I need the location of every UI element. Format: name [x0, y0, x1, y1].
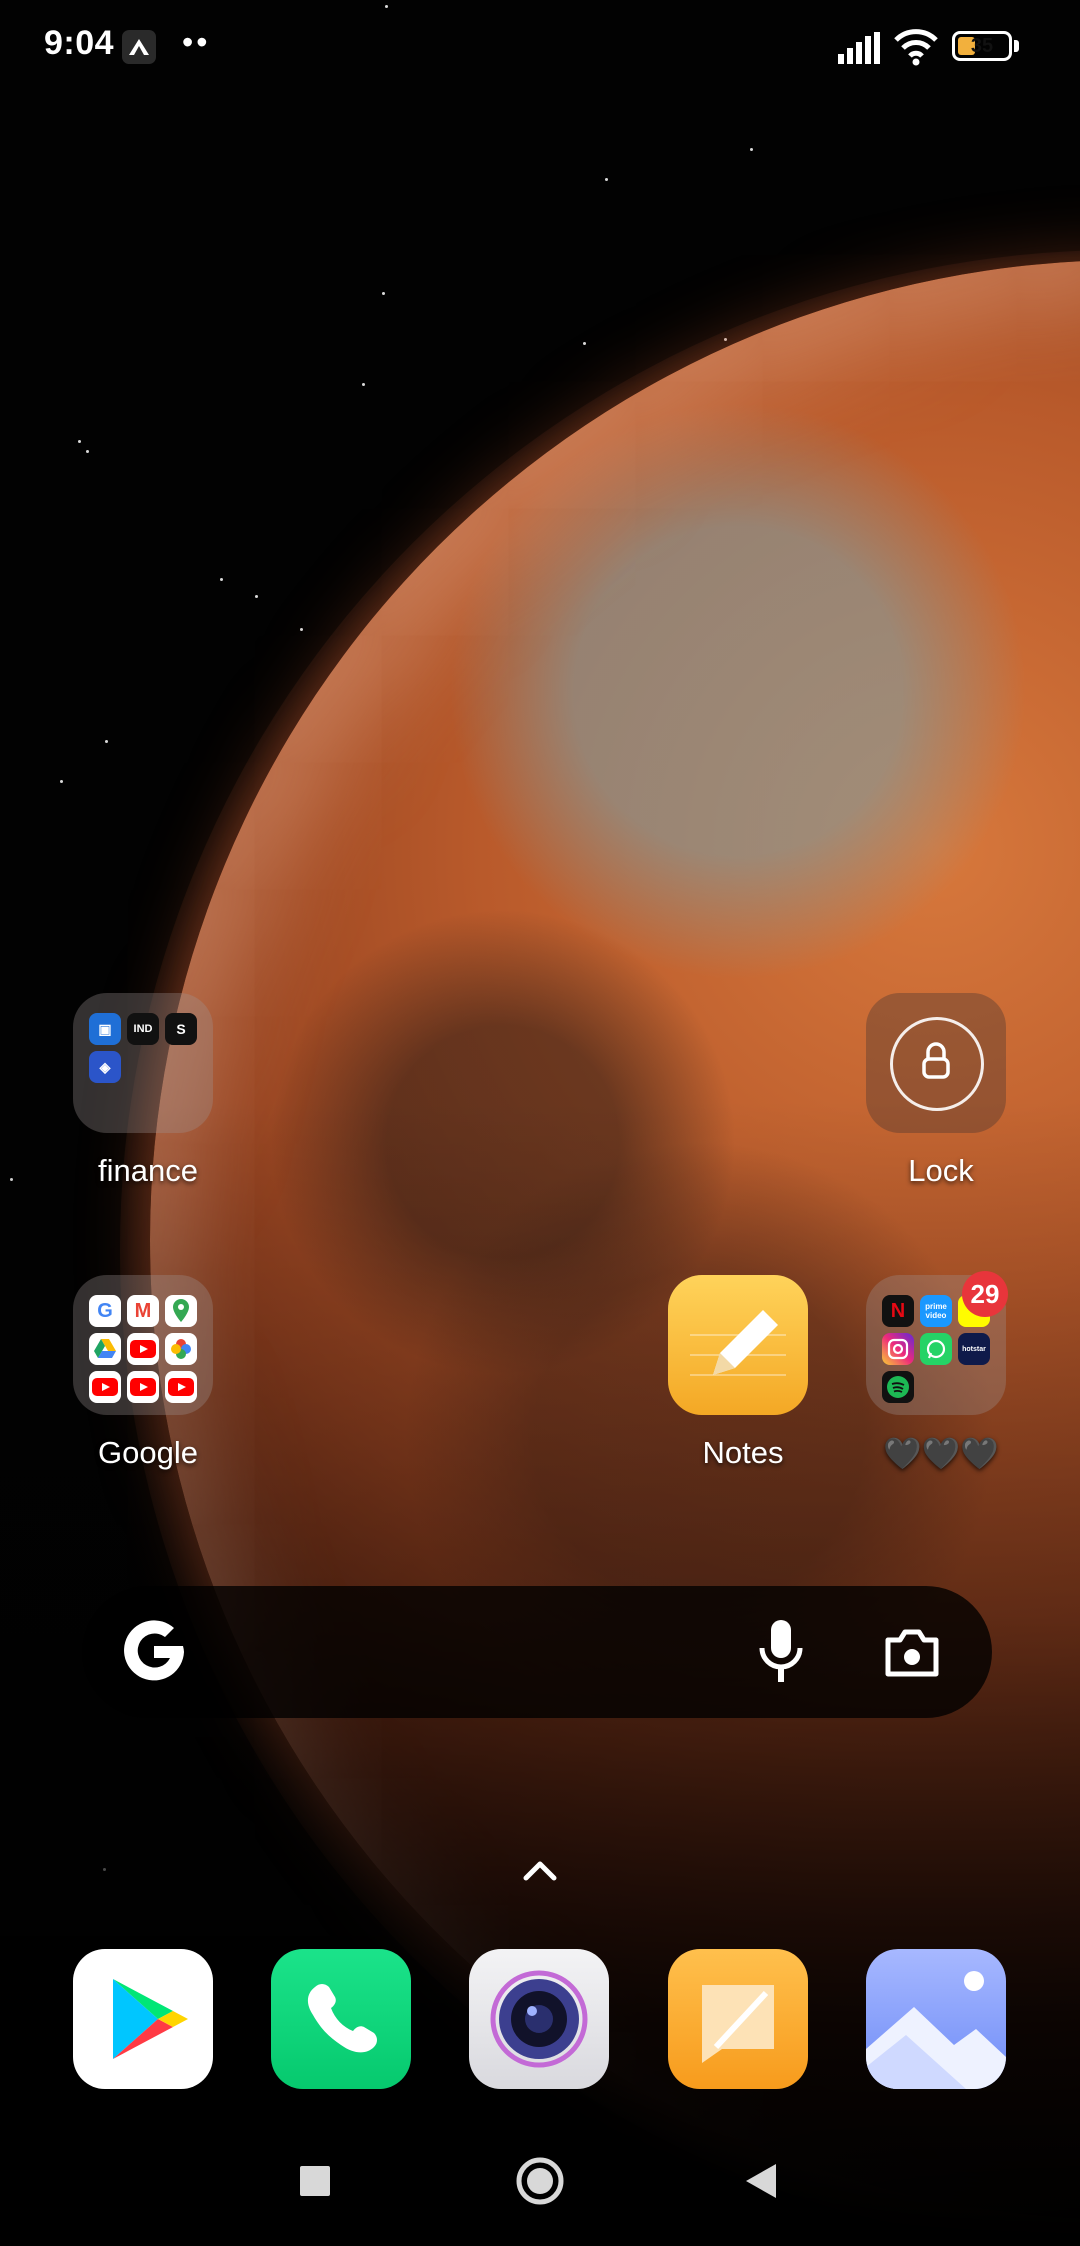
shield-app-icon: ◈ — [89, 1051, 121, 1083]
netflix-icon: N — [882, 1295, 914, 1327]
camera-icon[interactable] — [882, 1622, 942, 1682]
google-folder-label: Google — [98, 1435, 198, 1470]
prime-video-icon: prime video — [920, 1295, 952, 1327]
folder-background: G M — [73, 1275, 213, 1415]
indmoney-icon: IND — [127, 1013, 159, 1045]
navigation-bar — [0, 2120, 1080, 2246]
google-search-bar[interactable] — [82, 1586, 992, 1718]
google-icon: G — [89, 1295, 121, 1327]
notes-label: Notes — [702, 1435, 784, 1470]
play-store-icon[interactable] — [73, 1949, 213, 2089]
recents-button[interactable] — [298, 2164, 332, 2198]
battery-icon: 35 — [952, 31, 1012, 61]
notification-app-icon — [122, 30, 156, 64]
status-time: 9:04 — [44, 24, 115, 62]
home-button[interactable] — [515, 2156, 565, 2206]
spotify-icon — [882, 1371, 914, 1403]
youtube-studio-icon — [165, 1371, 197, 1403]
app-drawer-arrow-icon[interactable] — [520, 1854, 560, 1884]
lock-label: Lock — [908, 1153, 974, 1188]
blue-square-app-icon: ▣ — [89, 1013, 121, 1045]
google-logo-icon[interactable] — [118, 1616, 190, 1688]
entertainment-folder-label: 🖤🖤🖤 — [883, 1436, 999, 1471]
status-bar: 9:04 •• 35 — [0, 0, 1080, 96]
youtube-kids-icon — [127, 1371, 159, 1403]
mic-icon[interactable] — [752, 1618, 810, 1686]
notification-badge: 29 — [962, 1271, 1008, 1317]
youtube-icon — [127, 1333, 159, 1365]
battery-level: 35 — [970, 34, 994, 57]
gmail-icon: M — [127, 1295, 159, 1327]
lock-background — [866, 993, 1006, 1133]
folder-background: ▣ IND S ◈ — [73, 993, 213, 1133]
photos-icon — [165, 1333, 197, 1365]
messages-icon[interactable] — [668, 1949, 808, 2089]
finance-folder-label: finance — [98, 1153, 198, 1188]
phone-icon[interactable] — [271, 1949, 411, 2089]
lock-icon — [922, 1042, 950, 1079]
back-button[interactable] — [744, 2162, 778, 2200]
youtube-music-icon — [89, 1371, 121, 1403]
hotstar-icon: hotstar — [958, 1333, 990, 1365]
notes-icon — [668, 1275, 808, 1415]
gallery-icon[interactable] — [866, 1949, 1006, 2089]
whatsapp-icon — [920, 1333, 952, 1365]
drive-icon — [89, 1333, 121, 1365]
s-app-icon: S — [165, 1013, 197, 1045]
more-notifications-icon: •• — [182, 24, 211, 60]
instagram-icon — [882, 1333, 914, 1365]
maps-icon — [165, 1295, 197, 1327]
camera-app-icon[interactable] — [469, 1949, 609, 2089]
signal-icon — [838, 32, 880, 64]
wifi-icon — [894, 29, 938, 66]
